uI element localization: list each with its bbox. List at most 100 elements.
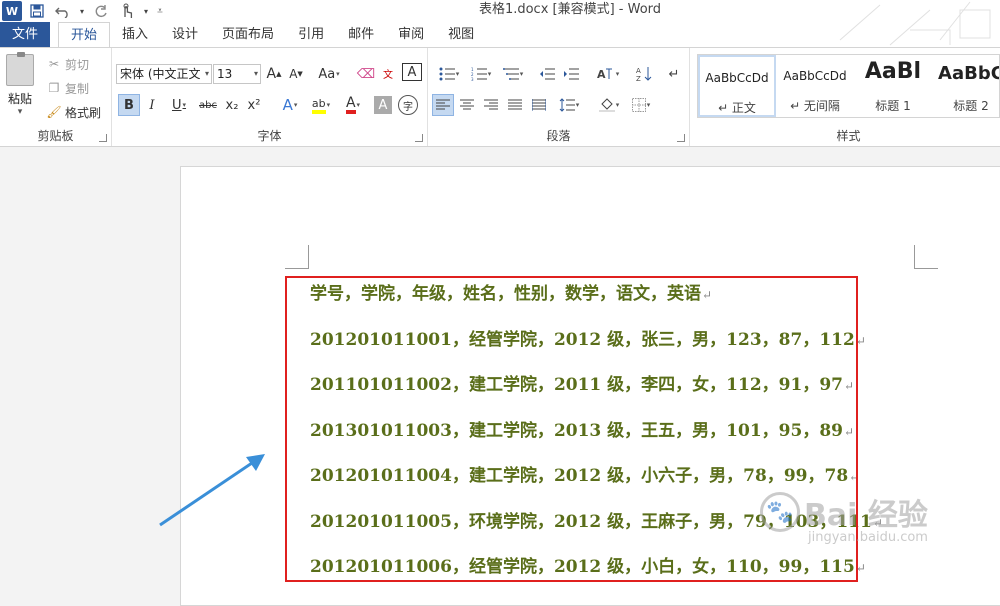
margin-corner-mark [914,245,938,269]
character-border-button[interactable]: A [402,63,422,81]
change-case-icon: Aa [318,66,336,82]
style-sample: AaBl [864,59,922,84]
decrease-indent-icon [540,68,555,80]
paint-bucket-icon [598,98,615,112]
chevron-down-icon: ▾ [204,69,209,78]
tab-design[interactable]: 设计 [160,22,210,47]
text-effects-icon: A [282,96,293,114]
grow-font-button[interactable]: A ▲ [264,63,284,85]
baidu-jingyan-watermark: 🐾 Bai 经验 jingyan.baidu.com [760,490,928,545]
distributed-button[interactable] [528,94,550,116]
bold-button[interactable]: B [118,94,140,116]
style-no-spacing[interactable]: AaBbCcDd ↵ 无间隔 [776,55,854,117]
sort-icon: AZ [636,67,652,82]
svg-text:A: A [636,67,641,75]
style-heading-2[interactable]: AaBbC 标题 2 [932,55,1000,117]
chevron-down-icon: ▾ [253,69,258,78]
paragraph-launcher-icon[interactable] [677,134,685,142]
font-launcher-icon[interactable] [415,134,423,142]
clipboard-group-label: 剪贴板 [37,129,74,143]
paw-icon: 🐾 [760,492,800,532]
align-right-icon [484,99,498,110]
format-painter-button[interactable]: 🖌 格式刷 [46,102,101,122]
align-right-button[interactable] [480,94,502,116]
decrease-indent-button[interactable] [536,63,558,85]
tab-page-layout[interactable]: 页面布局 [210,22,286,47]
style-name: 标题 1 [875,99,911,113]
asian-layout-icon: A [597,68,612,81]
tab-mailings[interactable]: 邮件 [336,22,386,47]
brush-icon: 🖌 [46,105,62,119]
bold-icon: B [124,97,134,113]
align-left-icon [436,99,450,110]
style-heading-1[interactable]: AaBl 标题 1 [854,55,932,117]
tab-references[interactable]: 引用 [286,22,336,47]
font-name-select[interactable]: 宋体 (中文正文 ▾ [116,64,212,84]
background-sketch-decoration [839,1,991,46]
tab-home[interactable]: 开始 [58,22,111,47]
style-normal[interactable]: AaBbCcDd ↵ 正文 [698,55,776,117]
italic-button[interactable]: I [142,94,162,116]
paragraph-shading-button[interactable]: ▾ [594,94,624,116]
phonetic-guide-button[interactable]: 文 [378,62,398,84]
tab-insert[interactable]: 插入 [110,22,160,47]
change-case-button[interactable]: Aa ▾ [314,63,344,85]
borders-button[interactable]: ▾ [626,94,656,116]
font-group-label: 字体 [257,129,282,143]
superscript-button[interactable]: x² [244,94,264,116]
show-formatting-marks-icon[interactable]: ↵ [664,63,684,85]
enclose-characters-button[interactable]: 字 [398,95,418,115]
shrink-font-button[interactable]: A ▼ [286,63,306,85]
underline-button[interactable]: U ▾ [164,94,194,116]
font-name-value: 宋体 (中文正文 [120,67,201,81]
paragraph-group: ▾ 1 2 3 ▾ ▾ A ▾ AZ ↵ ▾ ▾ ▾ 段落 [428,48,690,146]
highlight-icon: ab [311,97,326,114]
tab-review[interactable]: 审阅 [386,22,436,47]
clear-formatting-icon[interactable]: ⌫ [356,63,376,85]
paste-button[interactable]: 粘贴 ▾ [4,52,36,132]
styles-group-label: 样式 [836,129,861,143]
copy-button[interactable]: ❐ 复制 [46,78,89,98]
font-color-button[interactable]: A ▾ [338,94,368,116]
margin-corner-mark [285,245,309,269]
clipboard-group: 粘贴 ▾ ✂ 剪切 ❐ 复制 🖌 格式刷 剪贴板 [0,48,112,146]
justify-icon [508,99,522,110]
style-name: 标题 2 [953,99,989,113]
font-group: 宋体 (中文正文 ▾ 13 ▾ A ▲ A ▼ Aa ▾ ⌫ 文 A B I U ▾ a… [112,48,428,146]
tab-view[interactable]: 视图 [436,22,486,47]
enclose-characters-icon: 字 [403,101,413,113]
style-name: ↵ 正文 [718,101,756,115]
asian-layout-button[interactable]: A ▾ [592,63,624,85]
cut-label: 剪切 [65,57,90,72]
character-shading-icon: A [378,97,388,113]
justify-button[interactable] [504,94,526,116]
text-effects-button[interactable]: A ▾ [276,94,304,116]
strikethrough-button[interactable]: abc [196,94,220,116]
underline-icon: U [171,97,182,113]
strikethrough-icon: abc [199,99,217,111]
align-center-button[interactable] [456,94,478,116]
font-size-select[interactable]: 13 ▾ [213,64,261,84]
style-sample: AaBbC [938,63,1000,84]
subscript-button[interactable]: x₂ [222,94,242,116]
character-shading-button[interactable]: A [374,96,392,114]
line-spacing-button[interactable]: ▾ [554,94,584,116]
multilevel-list-button[interactable]: ▾ [498,63,528,85]
tab-file[interactable]: 文件 [0,22,50,47]
font-size-value: 13 [217,67,233,81]
bullets-button[interactable]: ▾ [434,63,464,85]
style-sample: AaBbCcDd [783,69,847,83]
copy-label: 复制 [65,81,90,96]
numbering-button[interactable]: 1 2 3 ▾ [466,63,496,85]
highlight-button[interactable]: ab ▾ [306,94,336,116]
chevron-down-icon: ▾ [17,107,23,117]
sort-button[interactable]: AZ [634,63,654,85]
cut-button[interactable]: ✂ 剪切 [46,54,89,74]
distributed-icon [532,99,546,111]
increase-indent-button[interactable] [560,63,582,85]
italic-icon: I [149,97,155,113]
ribbon: 粘贴 ▾ ✂ 剪切 ❐ 复制 🖌 格式刷 剪贴板 宋体 (中文正文 ▾ 13 ▾… [0,47,1000,147]
annotation-arrow-icon [159,454,265,527]
align-left-button[interactable] [432,94,454,116]
clipboard-launcher-icon[interactable] [99,134,107,142]
